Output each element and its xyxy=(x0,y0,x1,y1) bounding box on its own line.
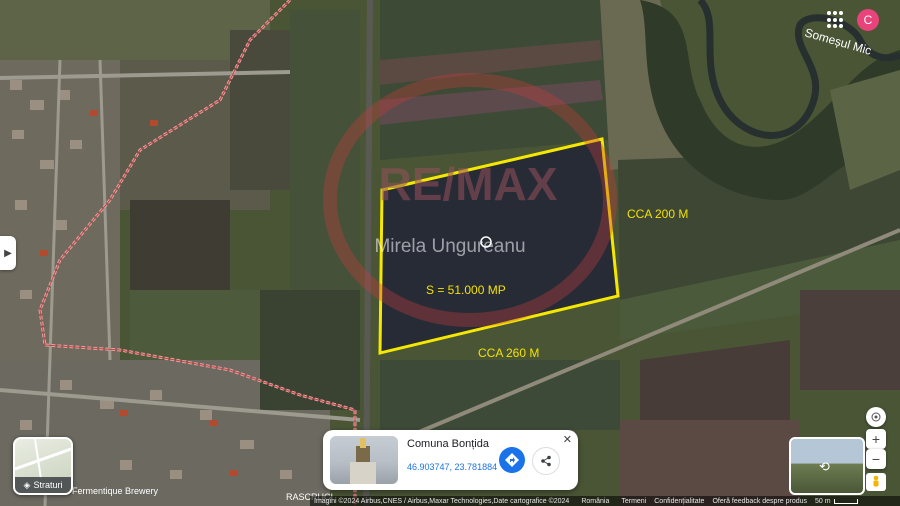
pegman-icon[interactable] xyxy=(866,473,886,491)
directions-icon xyxy=(505,453,519,467)
parcel-area-label: S = 51.000 MP xyxy=(426,283,506,297)
feedback-link[interactable]: Oferă feedback despre produs xyxy=(712,498,807,505)
share-icon xyxy=(541,455,551,467)
directions-button[interactable] xyxy=(499,447,525,473)
parcel-length-label: CCA 260 M xyxy=(478,346,539,360)
rotate-arrow-icon: ⟲ xyxy=(819,459,830,474)
street-view-preview[interactable]: ⟲ xyxy=(789,437,865,495)
layers-label: Straturi xyxy=(33,480,63,490)
imagery-attribution: Imagini ©2024 Airbus,CNES / Airbus,Maxar… xyxy=(314,497,570,505)
place-card[interactable]: Comuna Bonțida 46.903747, 23.781884 ✕ xyxy=(323,430,578,490)
zoom-out-button[interactable]: − xyxy=(866,449,886,469)
close-icon[interactable]: ✕ xyxy=(563,433,572,446)
attribution-bar: Imagini ©2024 Airbus,CNES / Airbus,Maxar… xyxy=(310,496,900,506)
watermark-brand: RE/MAX xyxy=(379,158,558,210)
layers-button[interactable]: ◈ Straturi xyxy=(13,437,73,495)
field xyxy=(130,200,230,290)
account-avatar[interactable]: C xyxy=(857,9,879,31)
side-panel-expand-button[interactable]: ▶ xyxy=(0,236,16,270)
scale-bar[interactable]: 50 m xyxy=(815,498,858,505)
share-button[interactable] xyxy=(532,447,560,475)
crosshair-icon xyxy=(871,412,881,422)
layers-icon: ◈ xyxy=(23,479,31,490)
chevron-right-icon: ▶ xyxy=(4,247,12,259)
watermark-agent: Mirela Ungureanu xyxy=(374,236,525,257)
place-label-brewery: Fermentique Brewery xyxy=(72,486,159,496)
country-label: România xyxy=(581,497,610,505)
parcel-width-label: CCA 200 M xyxy=(627,207,688,221)
place-photo[interactable] xyxy=(330,436,398,484)
map-thumbnail xyxy=(15,439,71,480)
my-location-button[interactable] xyxy=(866,407,886,427)
apps-grid-icon[interactable] xyxy=(827,11,845,29)
place-title: Comuna Bonțida xyxy=(407,438,489,450)
privacy-link[interactable]: Confidențialitate xyxy=(654,498,704,505)
place-coordinates[interactable]: 46.903747, 23.781884 xyxy=(407,462,497,472)
terms-link[interactable]: Termeni xyxy=(621,498,646,505)
zoom-in-button[interactable]: + xyxy=(866,429,886,449)
